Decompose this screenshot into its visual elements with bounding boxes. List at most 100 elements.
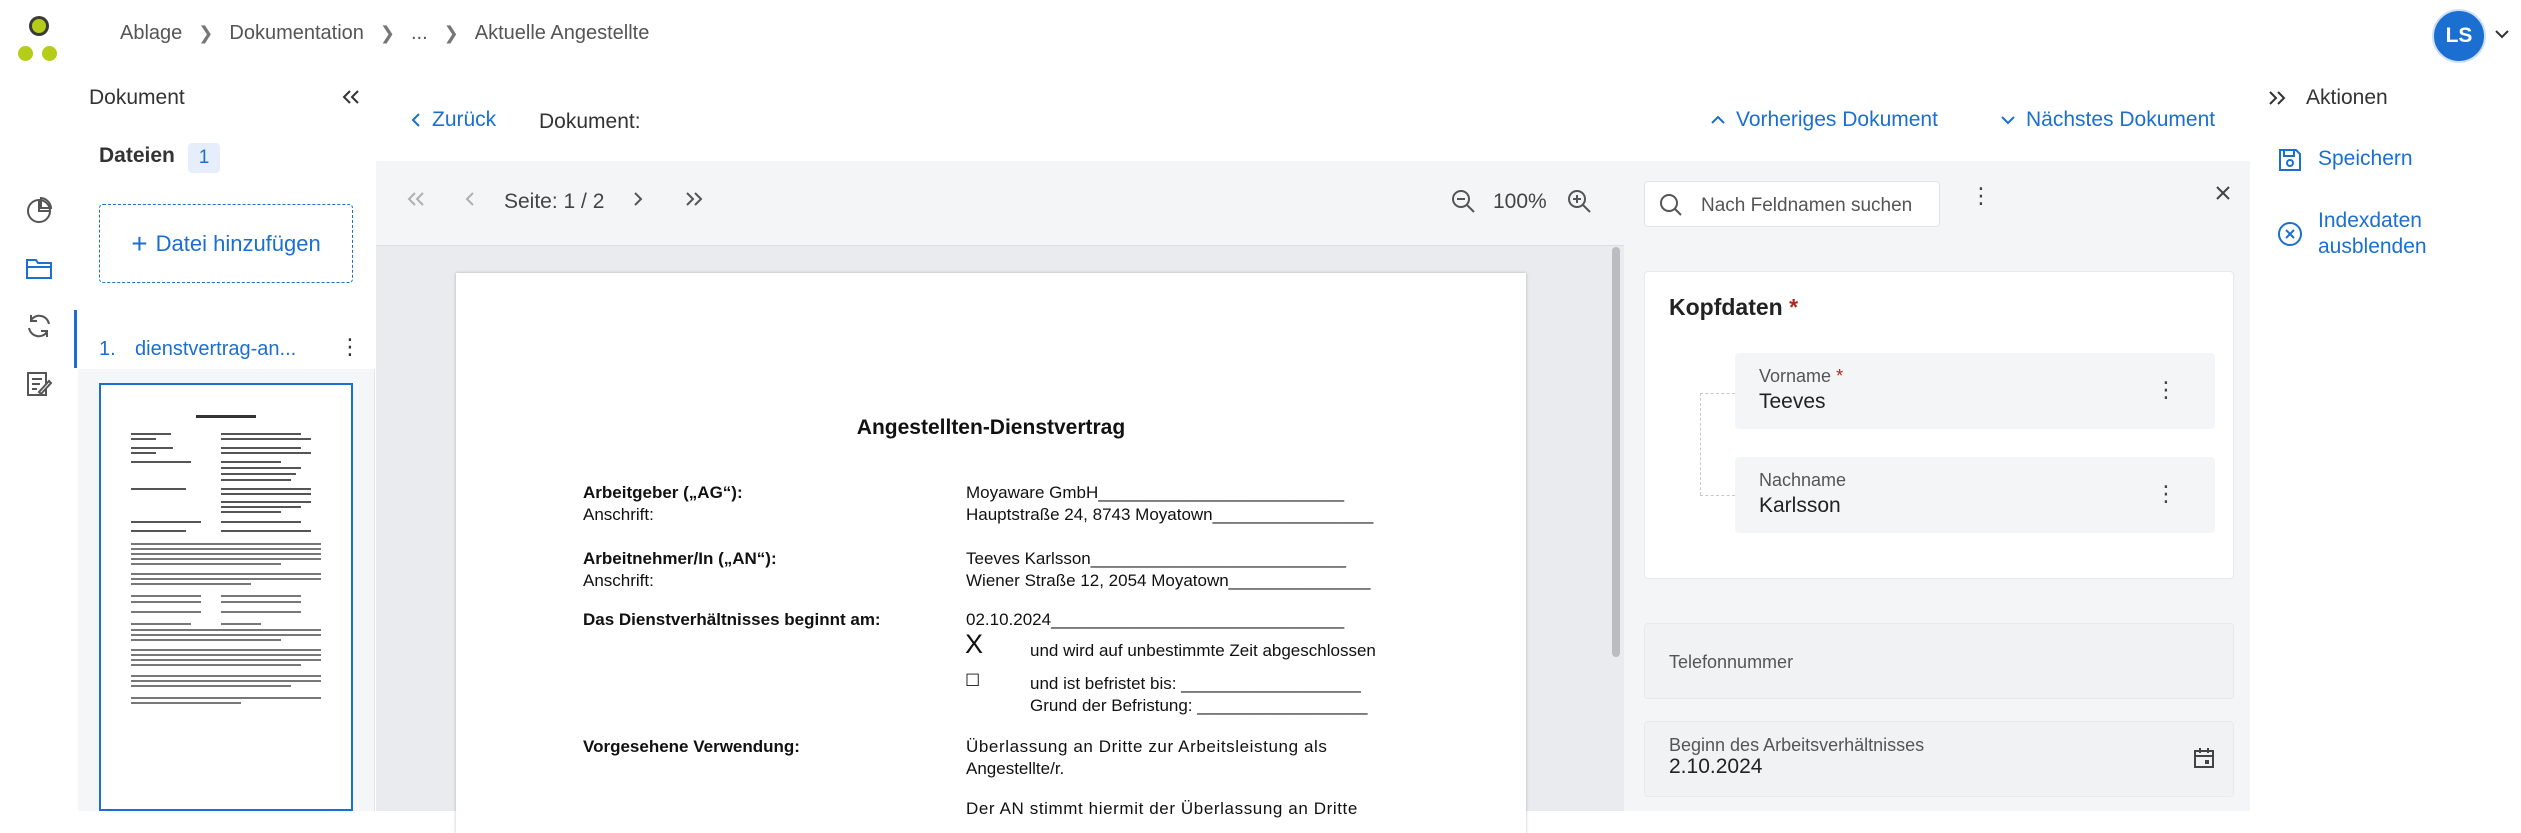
viewer-toolbar: Seite: 1 / 2 100% <box>376 161 1624 246</box>
save-label: Speichern <box>2318 147 2413 170</box>
file-name[interactable]: dienstvertrag-an... <box>135 338 296 361</box>
tree-line <box>1700 495 1735 496</box>
last-page-icon[interactable] <box>684 187 704 213</box>
document-panel: Dokument Dateien 1 + Datei hinzufügen 1.… <box>78 70 375 811</box>
refresh-icon[interactable] <box>22 309 56 343</box>
employee-label: Arbeitnehmer/In („AN“): <box>583 549 777 568</box>
active-indicator <box>74 310 77 368</box>
tree-line <box>1700 393 1735 394</box>
firstname-label: Vorname * <box>1759 366 1844 386</box>
expand-right-icon[interactable] <box>2266 89 2288 107</box>
previous-page-icon[interactable] <box>464 187 476 213</box>
employee-address-label: Anschrift: <box>583 571 654 590</box>
document-header: Zurück Dokument: Vorheriges Dokument Näc… <box>376 70 2250 166</box>
actions-panel: Aktionen Speichern Indexdaten ausblenden <box>2250 70 2521 811</box>
zoom-in-icon[interactable] <box>1566 188 1592 220</box>
field-group-kopfdaten: Kopfdaten * Vorname * Teeves ⋮ Nachname … <box>1644 271 2234 579</box>
add-file-button[interactable]: + Datei hinzufügen <box>99 204 353 283</box>
document-panel-header: Dokument <box>78 70 375 124</box>
lastname-value[interactable]: Karlsson <box>1759 494 1841 518</box>
collapse-left-icon[interactable] <box>340 86 362 112</box>
usage-line-3: Der AN stimmt hiermit der Überlassung an… <box>966 799 1358 818</box>
save-button[interactable]: Speichern <box>2276 146 2413 174</box>
top-bar: Ablage ❯ Dokumentation ❯ ... ❯ Aktuelle … <box>0 0 2521 70</box>
usage-label: Vorgesehene Verwendung: <box>583 737 800 756</box>
pie-chart-icon[interactable] <box>22 193 56 227</box>
firstname-field[interactable]: Vorname * Teeves ⋮ <box>1735 353 2215 429</box>
next-document-button[interactable]: Nächstes Dokument <box>2000 108 2215 132</box>
save-icon <box>2279 149 2301 171</box>
breadcrumb-item-dokumentation[interactable]: Dokumentation <box>229 22 364 45</box>
calendar-icon[interactable] <box>2193 747 2215 774</box>
checklist-edit-icon[interactable] <box>22 367 56 401</box>
employer-name: Moyaware GmbH__________________________ <box>966 483 1345 502</box>
chevron-down-icon <box>2001 116 2015 125</box>
chevron-up-icon <box>1711 115 1725 124</box>
file-number: 1. <box>99 338 116 360</box>
zoom-level: 100% <box>1493 190 1547 213</box>
breadcrumb-item-current: Aktuelle Angestellte <box>474 22 650 44</box>
chevron-right-icon: ❯ <box>443 23 459 43</box>
back-button[interactable]: Zurück <box>410 108 496 132</box>
next-document-label: Nächstes Dokument <box>2026 108 2216 131</box>
files-count-badge: 1 <box>188 143 220 173</box>
check-mark: X <box>965 629 984 659</box>
close-circle-icon <box>2278 222 2302 246</box>
phone-label: Telefonnummer <box>1669 652 1794 672</box>
empty-checkbox: ☐ <box>965 671 981 690</box>
employee-name: Teeves Karlsson_________________________… <box>966 549 1347 568</box>
hide-index-data-button[interactable]: Indexdaten ausblenden <box>2276 208 2427 260</box>
actions-title: Aktionen <box>2306 86 2388 109</box>
icon-rail <box>0 70 78 811</box>
field-search-input[interactable]: Nach Feldnamen suchen <box>1644 181 1940 227</box>
hide-index-data-label: Indexdaten ausblenden <box>2318 209 2427 258</box>
more-vertical-icon[interactable]: ⋮ <box>2155 481 2177 507</box>
firstname-value[interactable]: Teeves <box>1759 390 1826 414</box>
document-viewer: Seite: 1 / 2 100% Angestellten-Dienstver… <box>376 161 1624 833</box>
reason-text: Grund der Befristung: __________________ <box>1030 696 1368 715</box>
chevron-right-icon: ❯ <box>379 23 395 43</box>
more-vertical-icon[interactable]: ⋮ <box>2155 377 2177 403</box>
document-page: Angestellten-Dienstvertrag Arbeitgeber (… <box>456 273 1526 833</box>
actions-header: Aktionen <box>2266 86 2388 110</box>
lastname-field[interactable]: Nachname Karlsson ⋮ <box>1735 457 2215 533</box>
user-avatar[interactable]: LS <box>2432 9 2486 63</box>
file-list-item[interactable]: 1. dienstvertrag-an... ⋮ <box>99 330 361 368</box>
employment-start-field[interactable]: Beginn des Arbeitsverhältnisses 2.10.202… <box>1644 721 2234 797</box>
employment-start-label: Beginn des Arbeitsverhältnisses <box>1669 735 1925 755</box>
document-label: Dokument: <box>539 110 641 133</box>
zoom-out-icon[interactable] <box>1450 188 1476 220</box>
employee-address: Wiener Straße 12, 2054 Moyatown_________… <box>966 571 1371 590</box>
employment-start-value[interactable]: 2.10.2024 <box>1669 755 1762 779</box>
tree-line <box>1700 393 1732 495</box>
start-date-value: 02.10.2024______________________________… <box>966 610 1345 629</box>
previous-document-button[interactable]: Vorheriges Dokument <box>1710 108 1938 132</box>
document-title: Angestellten-Dienstvertrag <box>856 416 1126 439</box>
add-file-label: Datei hinzufügen <box>155 230 321 256</box>
index-fields-panel: Nach Feldnamen suchen ⋮ Kopfdaten * Vorn… <box>1624 161 2250 811</box>
more-vertical-icon[interactable]: ⋮ <box>339 334 361 360</box>
more-vertical-icon[interactable]: ⋮ <box>1970 183 1992 209</box>
close-icon[interactable] <box>2214 181 2232 209</box>
unlimited-text: und wird auf unbestimmte Zeit abgeschlos… <box>1030 641 1376 660</box>
employer-address: Hauptstraße 24, 8743 Moyatown___________… <box>966 505 1374 524</box>
breadcrumb-item-ablage[interactable]: Ablage <box>120 22 182 45</box>
limited-text: und ist befristet bis: _________________… <box>1030 674 1361 693</box>
breadcrumb-item-ellipsis[interactable]: ... <box>411 22 428 45</box>
folder-icon[interactable] <box>22 251 56 285</box>
usage-line-1: Überlassung an Dritte zur Arbeitsleistun… <box>966 737 1328 756</box>
chevron-down-icon[interactable] <box>2494 24 2510 45</box>
start-date-label: Das Dienstverhältnisses beginnt am: <box>583 610 881 629</box>
lastname-label: Nachname <box>1759 470 1847 490</box>
viewer-scrollbar[interactable] <box>1612 247 1620 657</box>
plus-icon: + <box>131 227 148 259</box>
search-icon <box>1659 193 1683 222</box>
phone-field[interactable]: Telefonnummer <box>1644 623 2234 699</box>
app-logo[interactable] <box>18 16 62 62</box>
page-thumbnail[interactable] <box>99 383 353 811</box>
next-page-icon[interactable] <box>632 187 644 213</box>
field-group-title: Kopfdaten * <box>1669 294 1799 320</box>
first-page-icon[interactable] <box>406 187 426 213</box>
page-indicator: Seite: 1 / 2 <box>504 190 605 213</box>
previous-document-label: Vorheriges Dokument <box>1736 108 1938 131</box>
